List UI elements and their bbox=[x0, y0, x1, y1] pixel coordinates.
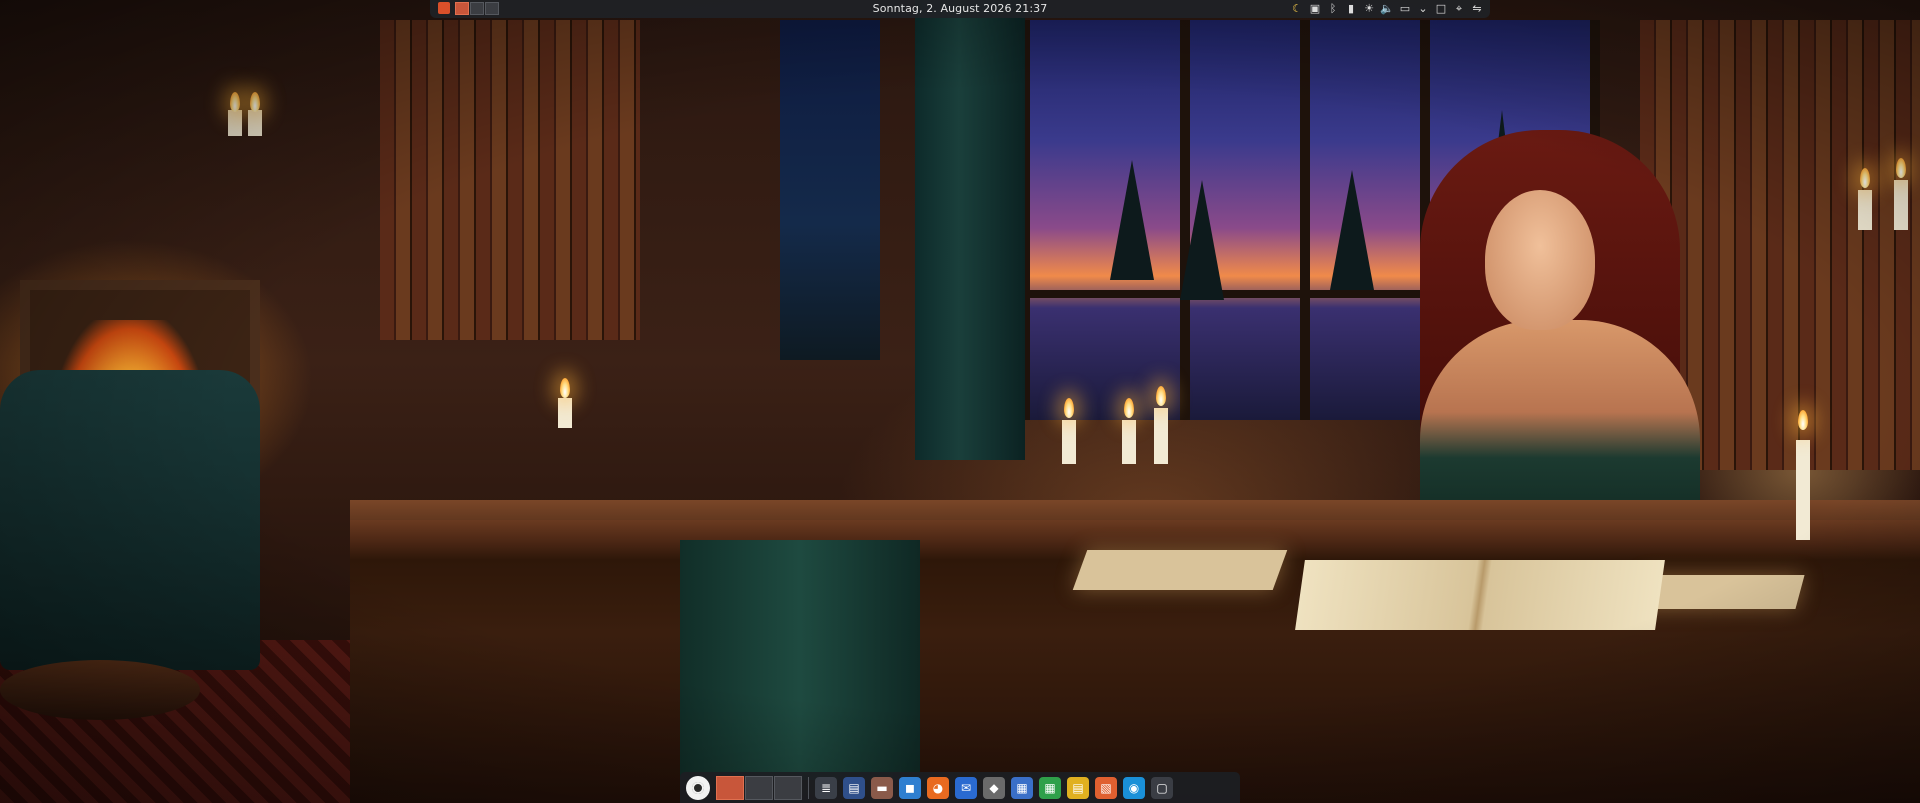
display-icon[interactable]: ▭ bbox=[1398, 1, 1412, 16]
wallpaper-curtain bbox=[915, 0, 1025, 460]
screen-icon[interactable]: ▢ bbox=[1151, 776, 1173, 799]
thunderbird-icon[interactable]: ✉ bbox=[955, 776, 977, 799]
terminal-icon[interactable]: ▤ bbox=[843, 776, 865, 799]
wallpaper-candle-flame bbox=[250, 92, 260, 112]
presentation-icon[interactable]: ▧ bbox=[1095, 776, 1117, 799]
expand-tray-icon[interactable]: ⌄ bbox=[1416, 1, 1430, 16]
top-panel: Sonntag, 2. August 2026 21:37 ☾ ▣ ᛒ ▮ ☀ 🔈 ▭ ⌄ □ ⌖… bbox=[430, 0, 1490, 18]
wallpaper-tree bbox=[1180, 180, 1224, 300]
wallpaper-candle-flame bbox=[1896, 158, 1906, 178]
show-desktop-icon[interactable]: □ bbox=[1434, 1, 1448, 16]
dock-desktop-2[interactable] bbox=[745, 775, 773, 800]
wallpaper-candle bbox=[558, 398, 572, 428]
wallpaper-candle bbox=[1154, 408, 1168, 464]
wallpaper-candle bbox=[1796, 440, 1810, 540]
wallpaper-candle bbox=[248, 110, 262, 136]
wallpaper-candle bbox=[1858, 190, 1872, 230]
wallpaper-candle-flame bbox=[1156, 386, 1166, 406]
wallpaper-candle bbox=[228, 110, 242, 136]
software-store-icon[interactable]: ◼ bbox=[899, 776, 921, 799]
bluetooth-icon[interactable]: ᛒ bbox=[1326, 1, 1340, 16]
battery-icon[interactable]: ▮ bbox=[1344, 1, 1358, 16]
clipboard-icon[interactable]: ▣ bbox=[1308, 1, 1322, 16]
dock-desktop-1[interactable] bbox=[716, 775, 744, 800]
wallpaper-armchair bbox=[0, 370, 260, 670]
desktop-wallpaper bbox=[0, 0, 1920, 803]
wallpaper-candle-flame bbox=[1064, 398, 1074, 418]
spreadsheet-icon[interactable]: ▦ bbox=[1039, 776, 1061, 799]
wallpaper-open-book bbox=[1295, 560, 1665, 630]
chromium-icon[interactable]: ◉ bbox=[1123, 776, 1145, 799]
dock-desktop-3[interactable] bbox=[774, 775, 802, 800]
gimp-icon[interactable]: ◆ bbox=[983, 776, 1005, 799]
wallpaper-window-mullion bbox=[1300, 20, 1310, 420]
dock-separator bbox=[808, 776, 809, 799]
wallpaper-table-runner bbox=[680, 540, 920, 780]
system-tray: ☾ ▣ ᛒ ▮ ☀ 🔈 ▭ ⌄ □ ⌖ ⇋ bbox=[1290, 1, 1484, 16]
wallpaper-candle-flame bbox=[560, 378, 570, 398]
wallpaper-paper bbox=[1072, 550, 1288, 590]
notes-icon[interactable]: ▤ bbox=[1067, 776, 1089, 799]
wallpaper-side-table bbox=[0, 660, 200, 720]
wallpaper-candle bbox=[1122, 420, 1136, 464]
wallpaper-candle-flame bbox=[1860, 168, 1870, 188]
wallpaper-figure bbox=[1360, 130, 1740, 550]
volume-icon[interactable]: 🔈 bbox=[1380, 1, 1394, 16]
system-monitor-icon[interactable]: ≣ bbox=[815, 776, 837, 799]
wallpaper-candle bbox=[1062, 420, 1076, 464]
document-viewer-icon[interactable]: ▦ bbox=[1011, 776, 1033, 799]
wallpaper-figure-face bbox=[1485, 190, 1595, 330]
app-launcher-icon[interactable] bbox=[686, 775, 710, 800]
wallpaper-candle-flame bbox=[1798, 410, 1808, 430]
wallpaper-bookshelf bbox=[380, 20, 640, 340]
wallpaper-tree bbox=[1110, 160, 1154, 280]
firefox-icon[interactable]: ◕ bbox=[927, 776, 949, 799]
wallpaper-candle-flame bbox=[230, 92, 240, 112]
screenshot-icon[interactable]: ⌖ bbox=[1452, 1, 1466, 16]
night-color-icon[interactable]: ☾ bbox=[1290, 1, 1304, 16]
wallpaper-candle bbox=[1894, 180, 1908, 230]
wallpaper-small-window bbox=[780, 20, 880, 360]
dock-pager[interactable] bbox=[716, 775, 802, 800]
wallpaper-candle-flame bbox=[1124, 398, 1134, 418]
bottom-dock: ≣ ▤ ▬ ◼ ◕ ✉ ◆ ▦ ▦ ▤ ▧ ◉ ▢ bbox=[680, 772, 1240, 803]
brightness-icon[interactable]: ☀ bbox=[1362, 1, 1376, 16]
files-icon[interactable]: ▬ bbox=[871, 776, 893, 799]
network-icon[interactable]: ⇋ bbox=[1470, 1, 1484, 16]
